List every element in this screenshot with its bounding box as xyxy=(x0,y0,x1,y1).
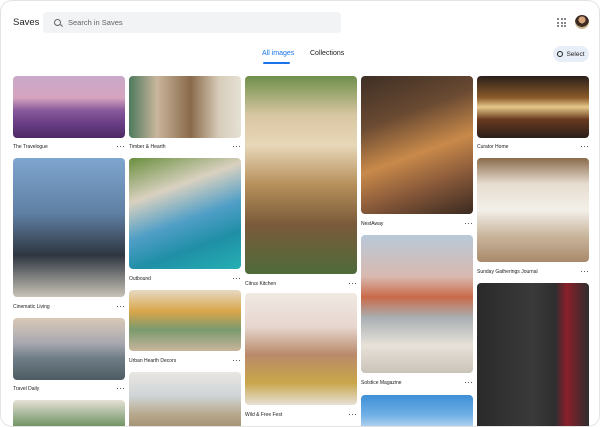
card-image-kitchen[interactable] xyxy=(129,76,241,138)
search-input[interactable] xyxy=(68,18,308,27)
card-image-coastal-village[interactable] xyxy=(129,158,241,269)
card-image-dining-room[interactable] xyxy=(477,158,589,262)
more-options-icon[interactable] xyxy=(117,306,124,309)
card-image-city-woman[interactable] xyxy=(13,158,125,297)
select-label: Select xyxy=(566,50,585,58)
app-title: Saves xyxy=(13,17,40,28)
card-image-cozy-room[interactable] xyxy=(361,76,473,214)
active-tab-indicator xyxy=(263,62,290,64)
more-options-icon[interactable] xyxy=(349,283,356,286)
card-label: Travel Daily xyxy=(13,386,40,392)
card-label: Curator Home xyxy=(477,144,509,150)
more-options-icon[interactable] xyxy=(233,360,240,363)
search-bar[interactable] xyxy=(43,12,341,33)
card-image-outdoor-cinema[interactable] xyxy=(477,76,589,138)
more-options-icon[interactable] xyxy=(465,223,472,226)
tab-all-images[interactable]: All images xyxy=(262,50,294,57)
more-options-icon[interactable] xyxy=(233,146,240,149)
card-image-festive-room[interactable] xyxy=(129,290,241,351)
card-image-blue-sky[interactable] xyxy=(361,395,473,426)
check-circle-icon xyxy=(557,51,564,57)
more-options-icon[interactable] xyxy=(465,382,472,385)
app-window: Saves All images Collections Select The … xyxy=(0,0,600,427)
more-options-icon[interactable] xyxy=(581,146,588,149)
card-image-golden-gate[interactable] xyxy=(361,235,473,373)
more-options-icon[interactable] xyxy=(233,278,240,281)
card-label: The Travelogue xyxy=(13,144,48,150)
more-options-icon[interactable] xyxy=(117,146,124,149)
card-label: Timber & Hearth xyxy=(129,144,166,150)
more-options-icon[interactable] xyxy=(117,388,124,391)
card-image-two-women[interactable] xyxy=(245,293,357,405)
card-image-interior-plants[interactable] xyxy=(13,400,125,426)
apps-grid-icon[interactable] xyxy=(557,18,566,27)
card-label: Sunday Gatherings Journal xyxy=(477,269,538,275)
card-label: Solstice Magazine xyxy=(361,380,402,386)
card-image-hills[interactable] xyxy=(129,372,241,426)
avatar[interactable] xyxy=(575,15,589,29)
card-image-woman-red-suit[interactable] xyxy=(477,283,589,426)
card-label: Urban Hearth Decors xyxy=(129,358,177,364)
select-button[interactable]: Select xyxy=(553,46,589,62)
tab-collections[interactable]: Collections xyxy=(310,50,344,57)
more-options-icon[interactable] xyxy=(349,414,356,417)
card-label: Cinematic Living xyxy=(13,304,50,310)
search-icon xyxy=(54,19,61,26)
card-image-garden-dinner[interactable] xyxy=(245,76,357,274)
card-image-lavender-field[interactable] xyxy=(13,76,125,138)
card-label: Citrus Kitchen xyxy=(245,281,277,287)
card-label: Outbound xyxy=(129,276,151,282)
card-label: NestAway xyxy=(361,221,384,227)
card-label: Wild & Free Fest xyxy=(245,412,283,418)
more-options-icon[interactable] xyxy=(581,271,588,274)
card-image-balloons-valley[interactable] xyxy=(13,318,125,380)
